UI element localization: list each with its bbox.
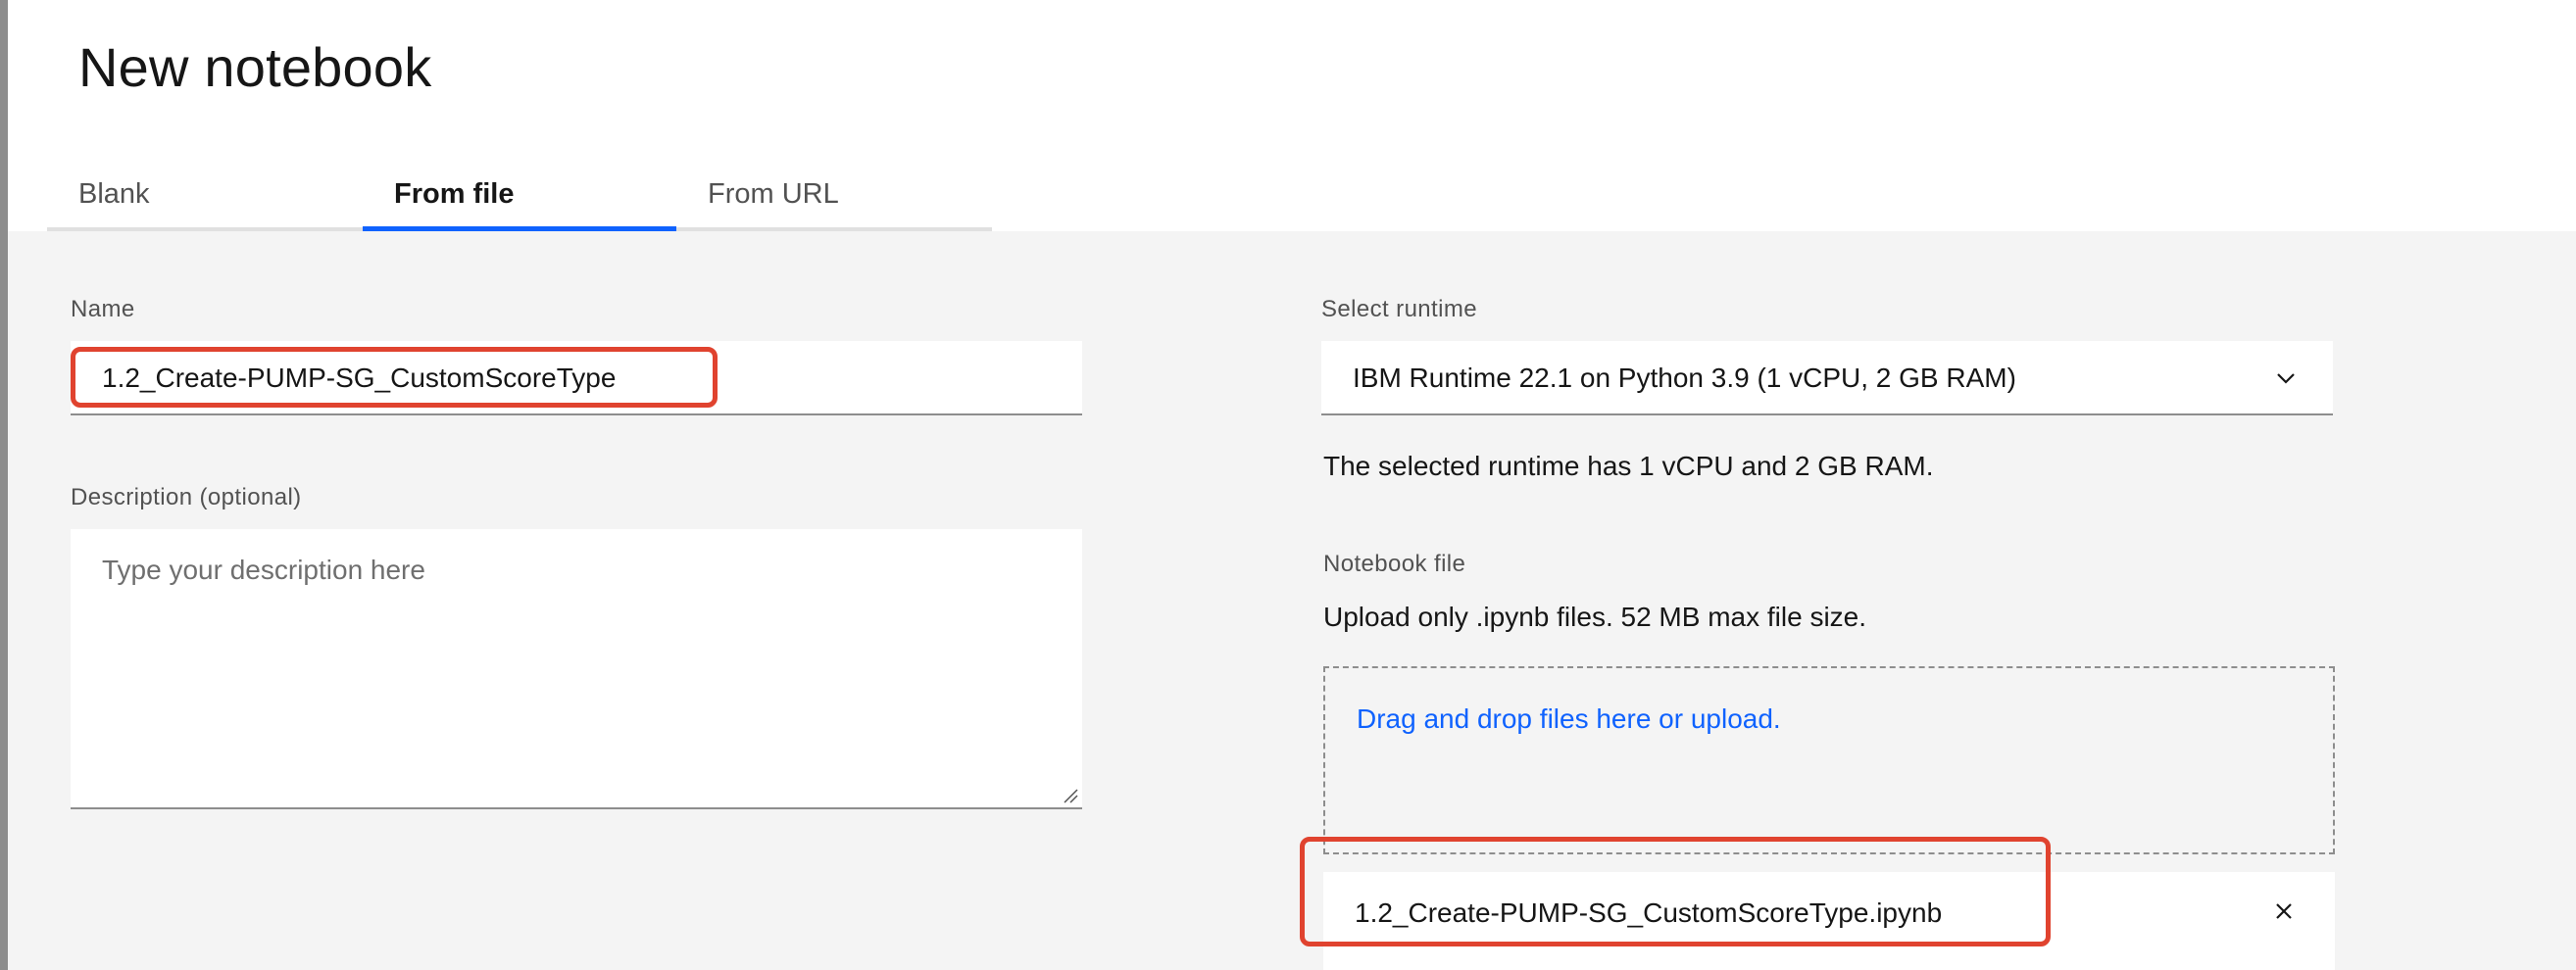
resize-grip-icon[interactable]	[1063, 788, 1078, 803]
tab-list: Blank From file From URL	[47, 157, 992, 231]
tab-from-url[interactable]: From URL	[676, 157, 990, 231]
close-icon[interactable]	[2272, 899, 2296, 923]
name-input-value: 1.2_Create-PUMP-SG_CustomScoreType	[102, 363, 617, 393]
runtime-select-value: IBM Runtime 22.1 on Python 3.9 (1 vCPU, …	[1353, 363, 2016, 393]
notebook-file-helper: Upload only .ipynb files. 52 MB max file…	[1323, 602, 1867, 632]
runtime-label: Select runtime	[1321, 296, 1477, 322]
name-input[interactable]: 1.2_Create-PUMP-SG_CustomScoreType	[71, 341, 1082, 415]
modal-body: Name 1.2_Create-PUMP-SG_CustomScoreType …	[8, 231, 2576, 970]
tab-from-file[interactable]: From file	[363, 157, 676, 231]
notebook-file-label: Notebook file	[1323, 551, 1466, 577]
description-textarea[interactable]: Type your description here	[71, 529, 1082, 809]
modal-header: New notebook Blank From file From URL	[8, 0, 2576, 231]
runtime-select[interactable]: IBM Runtime 22.1 on Python 3.9 (1 vCPU, …	[1321, 341, 2333, 415]
upload-link[interactable]: Drag and drop files here or upload.	[1357, 703, 1781, 735]
description-placeholder: Type your description here	[102, 555, 425, 585]
description-label: Description (optional)	[71, 484, 302, 510]
runtime-helper-text: The selected runtime has 1 vCPU and 2 GB…	[1323, 451, 1934, 481]
tab-label: From file	[394, 178, 515, 210]
chevron-down-icon	[2277, 373, 2295, 384]
page-title: New notebook	[78, 36, 432, 98]
uploaded-file-item: 1.2_Create-PUMP-SG_CustomScoreType.ipynb	[1323, 872, 2335, 970]
tab-label: Blank	[78, 178, 150, 210]
tab-label: From URL	[708, 178, 839, 210]
uploaded-file-name: 1.2_Create-PUMP-SG_CustomScoreType.ipynb	[1355, 897, 1943, 928]
file-dropzone[interactable]: Drag and drop files here or upload.	[1323, 666, 2335, 854]
name-label: Name	[71, 296, 135, 322]
window-edge	[0, 0, 8, 970]
tab-blank[interactable]: Blank	[47, 157, 361, 231]
